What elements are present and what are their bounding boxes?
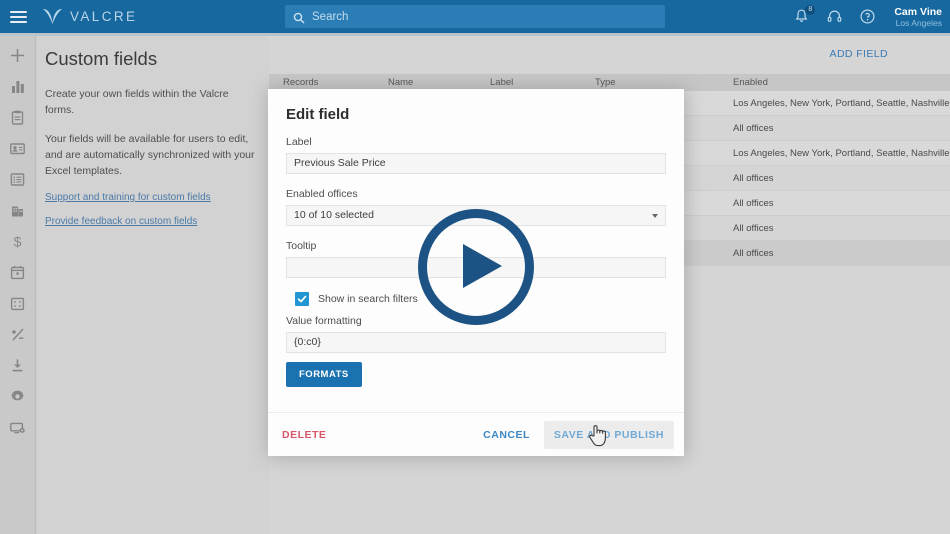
dialog-title: Edit field: [286, 106, 350, 123]
column-header-name[interactable]: Name: [388, 77, 413, 88]
left-nav-rail: $: [0, 36, 36, 534]
enabled-offices-value: 10 of 10 selected: [294, 209, 374, 221]
clipboard-icon[interactable]: [8, 108, 27, 127]
play-button-icon[interactable]: [418, 209, 534, 325]
dialog-footer: DELETE CANCEL SAVE AND PUBLISH: [268, 412, 684, 456]
app-screen: VALCRE Search 8 Cam Vine Los Angeles $ C…: [0, 0, 950, 534]
user-office: Los Angeles: [895, 17, 942, 28]
brand[interactable]: VALCRE: [42, 8, 137, 25]
monitor-gear-icon[interactable]: [8, 418, 27, 437]
panel-paragraph-1: Create your own fields within the Valcre…: [45, 88, 229, 116]
value-formatting-input[interactable]: {0:c0}: [286, 332, 666, 353]
formats-button[interactable]: FORMATS: [286, 362, 362, 387]
cell-enabled: All offices: [733, 198, 774, 209]
bell-icon[interactable]: 8: [793, 5, 816, 25]
cell-enabled: Los Angeles, New York, Portland, Seattle…: [733, 98, 950, 109]
provide-feedback-link[interactable]: Provide feedback on custom fields: [45, 216, 255, 227]
cell-enabled: All offices: [733, 173, 774, 184]
list-icon[interactable]: [8, 170, 27, 189]
building-icon[interactable]: [8, 201, 27, 220]
notification-badge: 8: [805, 5, 816, 15]
enabled-offices-label: Enabled offices: [286, 188, 358, 200]
column-header-label[interactable]: Label: [490, 77, 513, 88]
brand-name: VALCRE: [70, 9, 138, 24]
header-actions: 8 Cam Vine Los Angeles: [793, 0, 942, 33]
page-title: Custom fields: [45, 48, 158, 69]
dollar-icon[interactable]: $: [8, 232, 27, 251]
delete-button[interactable]: DELETE: [282, 429, 326, 441]
show-in-search-filters-label: Show in search filters: [318, 293, 418, 305]
gear-icon[interactable]: [8, 387, 27, 406]
chevron-down-icon: [652, 214, 658, 218]
app-header: VALCRE Search 8 Cam Vine Los Angeles: [0, 0, 950, 33]
label-field-label: Label: [286, 136, 312, 148]
search-input[interactable]: Search: [285, 5, 665, 28]
plus-minus-icon[interactable]: [8, 325, 27, 344]
column-header-type[interactable]: Type: [595, 77, 616, 88]
calendar-icon[interactable]: [8, 263, 27, 282]
show-in-search-filters-checkbox[interactable]: [295, 292, 309, 306]
valcre-logo-icon: [42, 8, 63, 25]
plus-icon[interactable]: [8, 46, 27, 65]
svg-text:$: $: [14, 234, 22, 250]
contact-card-icon[interactable]: [8, 139, 27, 158]
play-triangle: [463, 244, 502, 288]
custom-fields-panel: Custom fields Create your own fields wit…: [37, 36, 269, 534]
search-icon: [293, 11, 305, 23]
save-and-publish-button[interactable]: SAVE AND PUBLISH: [543, 421, 674, 449]
cancel-button[interactable]: CANCEL: [473, 421, 540, 449]
cell-enabled: Los Angeles, New York, Portland, Seattle…: [733, 148, 950, 159]
user-menu[interactable]: Cam Vine Los Angeles: [894, 6, 942, 28]
cell-enabled: All offices: [733, 248, 774, 259]
table-grid-icon[interactable]: [8, 294, 27, 313]
hamburger-icon[interactable]: [10, 10, 27, 23]
user-name: Cam Vine: [894, 5, 942, 18]
help-circle-icon[interactable]: [859, 8, 876, 25]
cell-enabled: All offices: [733, 223, 774, 234]
dialog-primary-actions: CANCEL SAVE AND PUBLISH: [473, 413, 674, 457]
panel-paragraph-2: Your fields will be available for users …: [45, 133, 255, 177]
column-header-enabled[interactable]: Enabled: [733, 77, 768, 88]
bar-chart-icon[interactable]: [8, 77, 27, 96]
header-divider: [0, 33, 950, 36]
column-header-records[interactable]: Records: [283, 77, 318, 88]
support-training-link[interactable]: Support and training for custom fields: [45, 192, 255, 203]
add-field-button[interactable]: ADD FIELD: [830, 48, 888, 60]
download-icon[interactable]: [8, 356, 27, 375]
cell-enabled: All offices: [733, 123, 774, 134]
search-placeholder: Search: [312, 10, 349, 23]
label-input[interactable]: Previous Sale Price: [286, 153, 666, 174]
headset-icon[interactable]: [826, 8, 843, 25]
